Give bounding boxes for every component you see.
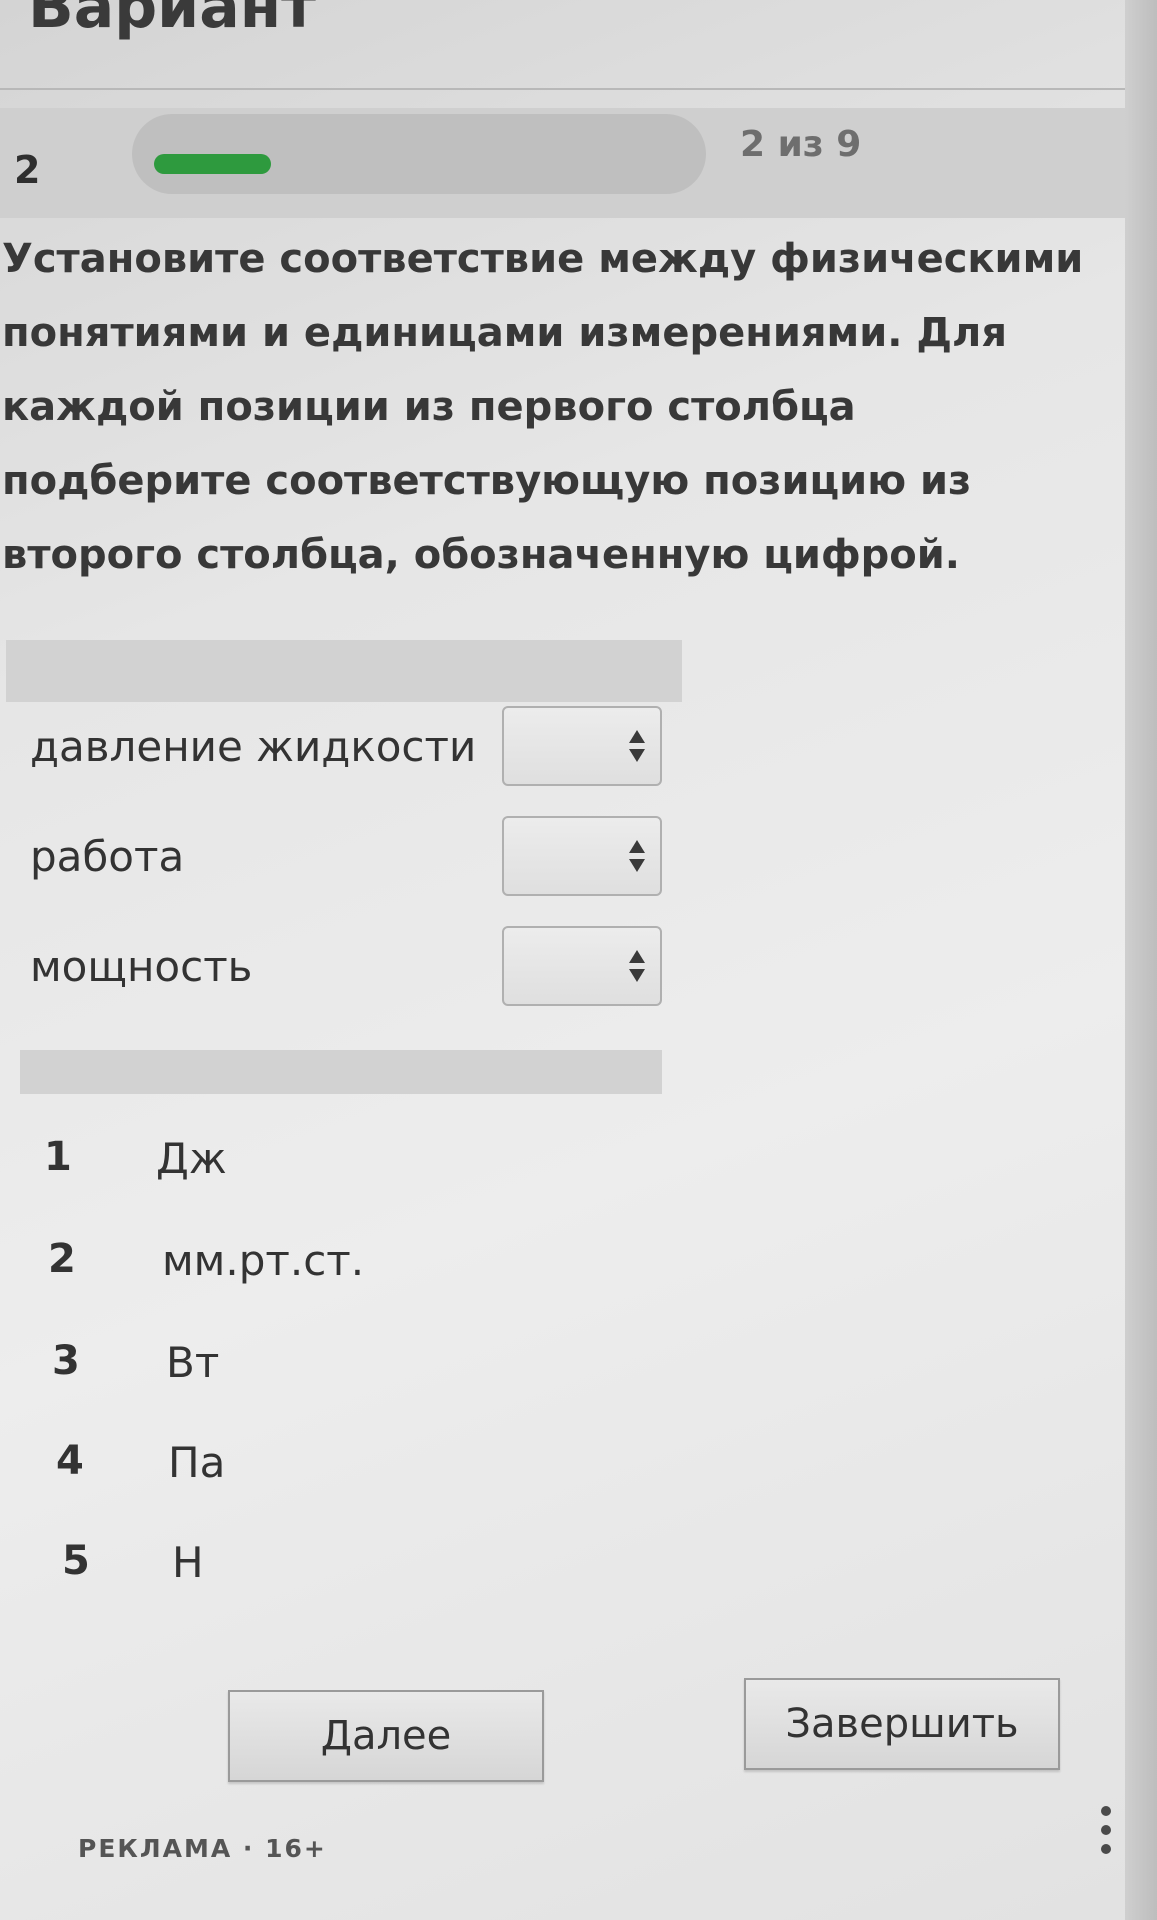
dot: [1101, 1825, 1111, 1835]
progress-row: 2 2 из 9: [0, 108, 1125, 218]
question-number: 2: [14, 148, 41, 192]
up-down-arrows-icon: [629, 840, 645, 872]
match-label: работа: [30, 832, 185, 881]
match-select-2[interactable]: [502, 816, 662, 896]
quiz-page: Вариант 2 2 из 9 Установите соответствие…: [0, 0, 1125, 1920]
header-divider: [0, 88, 1125, 90]
page-title: Вариант: [28, 0, 316, 42]
next-button[interactable]: Далее: [228, 1690, 544, 1782]
option-unit: Дж: [156, 1134, 227, 1183]
match-label: мощность: [30, 942, 253, 991]
options-header-bar: [20, 1050, 662, 1094]
option-unit: мм.рт.ст.: [162, 1236, 365, 1285]
matches-header-bar: [6, 640, 682, 702]
option-unit: Н: [172, 1538, 204, 1587]
screen-edge: [1125, 0, 1157, 1920]
ad-label: РЕКЛАМА · 16+: [78, 1834, 327, 1863]
up-down-arrows-icon: [629, 950, 645, 982]
finish-button[interactable]: Завершить: [744, 1678, 1060, 1770]
progress-bar-fill: [154, 154, 271, 174]
question-text: Установите соответствие между физическим…: [2, 236, 1084, 578]
dot: [1101, 1844, 1111, 1854]
option-number: 1: [44, 1134, 72, 1180]
option-unit: Па: [168, 1438, 226, 1487]
match-select-3[interactable]: [502, 926, 662, 1006]
match-select-1[interactable]: [502, 706, 662, 786]
match-row: давление жидкости: [30, 706, 670, 786]
option-unit: Вт: [166, 1338, 220, 1387]
up-down-arrows-icon: [629, 730, 645, 762]
question-counter: 2 из 9: [740, 124, 862, 165]
option-number: 2: [48, 1236, 76, 1282]
option-number: 4: [56, 1438, 84, 1484]
match-label: давление жидкости: [30, 722, 477, 771]
match-row: работа: [30, 816, 670, 896]
option-number: 5: [62, 1538, 90, 1584]
more-vertical-icon[interactable]: [1098, 1806, 1114, 1862]
dot: [1101, 1806, 1111, 1816]
match-row: мощность: [30, 926, 670, 1006]
option-number: 3: [52, 1338, 80, 1384]
progress-bar: [132, 114, 706, 194]
